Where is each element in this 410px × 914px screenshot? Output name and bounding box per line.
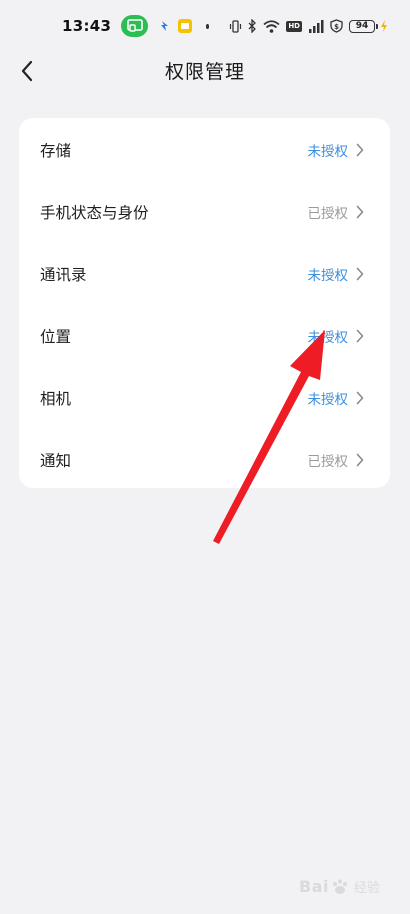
message-app-icon [177, 19, 192, 33]
permission-status: 未授权 [307, 144, 349, 160]
svg-text:$: $ [334, 23, 339, 31]
permission-label: 通知 [40, 452, 72, 470]
screen-cast-icon[interactable] [121, 15, 148, 37]
watermark-sub: 经验 [353, 881, 380, 896]
chevron-right-icon [356, 267, 364, 281]
nav-bar: 权限管理 [0, 52, 410, 90]
permission-label: 通讯录 [40, 266, 87, 284]
permissions-list: 存储 未授权 手机状态与身份 已授权 通讯录 未授权 位置 未授权 相机 未授权… [19, 118, 390, 488]
paw-logo-icon [332, 879, 347, 894]
vibrate-icon [229, 19, 242, 33]
permission-status: 未授权 [307, 268, 349, 284]
chevron-right-icon [356, 391, 364, 405]
app-notification-icon [160, 20, 170, 32]
permission-status: 未授权 [307, 330, 349, 346]
permission-status: 未授权 [307, 392, 349, 408]
volte-hd-icon: HD [286, 20, 302, 32]
battery-icon: 94 [349, 19, 388, 33]
permission-row-phone-state[interactable]: 手机状态与身份 已授权 [19, 181, 390, 243]
watermark-logo: Bai [299, 877, 329, 896]
permission-row-contacts[interactable]: 通讯录 未授权 [19, 243, 390, 305]
permission-status: 已授权 [307, 454, 349, 470]
data-saver-icon: $ [330, 19, 343, 33]
permission-label: 相机 [40, 390, 72, 408]
chevron-right-icon [356, 329, 364, 343]
permission-row-location[interactable]: 位置 未授权 [19, 305, 390, 367]
bluetooth-icon [248, 19, 257, 33]
chevron-right-icon [356, 143, 364, 157]
baidu-watermark: Bai 经验 [299, 877, 380, 896]
status-time: 13:43 [62, 17, 112, 35]
permission-row-camera[interactable]: 相机 未授权 [19, 367, 390, 429]
chevron-right-icon [356, 453, 364, 467]
battery-level: 94 [349, 19, 375, 33]
page-title: 权限管理 [164, 61, 245, 83]
signal-icon [308, 19, 324, 33]
status-bar: 13:43 HD $ 94 [0, 0, 410, 52]
permission-row-notifications[interactable]: 通知 已授权 [19, 429, 390, 491]
permission-row-storage[interactable]: 存储 未授权 [19, 119, 390, 181]
wifi-icon [263, 19, 280, 33]
permission-label: 位置 [40, 328, 72, 346]
permission-label: 存储 [40, 142, 72, 160]
permission-status: 已授权 [307, 206, 349, 222]
chevron-right-icon [356, 205, 364, 219]
more-notifications-dot-icon [205, 23, 210, 29]
permission-label: 手机状态与身份 [40, 204, 149, 222]
